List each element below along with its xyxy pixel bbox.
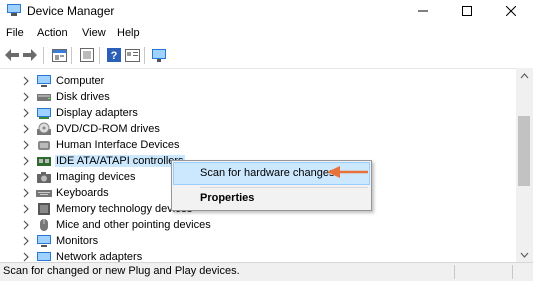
menu-item-label: Scan for hardware changes [200,167,335,179]
chevron-right-icon[interactable] [21,92,30,102]
chevron-right-icon[interactable] [21,172,30,182]
update-driver-button[interactable] [79,47,95,63]
tree-item-label: Monitors [56,235,99,247]
properties-icon [51,48,67,62]
menu-bar: File Action View Help [0,24,533,42]
chevron-right-icon[interactable] [21,252,30,262]
disk-drive-icon [37,94,51,101]
tree-item-label: Display adapters [56,107,138,119]
toolbar-separator [99,47,100,64]
toolbar-separator [144,47,145,64]
tree-item-label: Computer [56,75,105,87]
monitor-icon [37,235,51,247]
status-separator [454,265,455,279]
properties-item[interactable]: Properties [174,188,369,209]
back-button[interactable] [4,47,20,63]
close-icon [506,6,516,16]
title-bar: Device Manager [0,0,533,22]
status-separator [512,265,513,279]
maximize-button[interactable] [445,0,489,22]
display-adapter-icon [37,108,51,119]
tree-item-label: Human Interface Devices [56,139,180,151]
memory-icon [38,203,50,215]
scan-monitor-button[interactable] [151,47,167,63]
menu-item-label: Properties [200,192,255,204]
device-manager-icon [7,4,21,16]
minimize-button[interactable] [401,0,445,22]
scan-for-hardware-changes-item[interactable]: Scan for hardware changes [173,162,370,185]
svg-text:?: ? [111,50,118,62]
chevron-right-icon[interactable] [21,204,30,214]
tree-item-label: Keyboards [56,187,109,199]
show-hidden-icon [124,48,140,62]
chevron-right-icon[interactable] [21,108,30,118]
tree-item-label: Imaging devices [56,171,136,183]
help-icon: ? [107,48,121,62]
chevron-right-icon[interactable] [21,156,30,166]
back-icon [5,49,19,61]
menu-file[interactable]: File [6,27,24,39]
chevron-right-icon[interactable] [21,236,30,246]
tree-item-label: Mice and other pointing devices [56,219,211,231]
tree-item-mice[interactable]: Mice and other pointing devices [0,217,516,233]
tree-item-label: DVD/CD-ROM drives [56,123,160,135]
scan-monitor-icon [152,48,166,62]
show-hidden-button[interactable] [124,47,140,63]
toolbar: ? [0,43,533,67]
chevron-right-icon[interactable] [21,188,30,198]
chevron-down-icon [520,252,529,258]
tree-item-disk-drives[interactable]: Disk drives [0,89,516,105]
camera-icon [37,172,51,183]
tree-item-label: Disk drives [56,91,110,103]
tree-item-dvd-drives[interactable]: DVD/CD-ROM drives [0,121,516,137]
dvd-drive-icon [37,122,51,135]
scroll-up-button[interactable] [516,68,533,83]
vertical-scrollbar[interactable] [516,68,533,262]
tree-item-computer[interactable]: Computer [0,73,516,89]
update-driver-icon [80,48,94,62]
menu-help[interactable]: Help [117,27,140,39]
scroll-down-button[interactable] [516,247,533,262]
tree-item-human-interface-devices[interactable]: Human Interface Devices [0,137,516,153]
tree-item-display-adapters[interactable]: Display adapters [0,105,516,121]
chevron-right-icon[interactable] [21,76,30,86]
hid-icon [38,141,50,150]
tree-item-network-adapters[interactable]: Network adapters [0,249,516,263]
computer-icon [37,75,51,87]
keyboard-icon [36,190,52,197]
minimize-icon [418,10,428,12]
properties-button[interactable] [51,47,67,63]
forward-button[interactable] [22,47,38,63]
forward-icon [23,49,37,61]
status-bar: Scan for changed or new Plug and Play de… [0,262,533,281]
tree-item-label: IDE ATA/ATAPI controllers [55,155,185,167]
ide-controller-icon [37,157,51,166]
tree-item-monitors[interactable]: Monitors [0,233,516,249]
close-button[interactable] [489,0,533,22]
toolbar-separator [43,47,44,64]
status-text: Scan for changed or new Plug and Play de… [3,265,240,277]
window-title: Device Manager [27,4,115,18]
chevron-right-icon[interactable] [21,220,30,230]
context-menu: Scan for hardware changes Properties [171,160,372,211]
help-button[interactable]: ? [106,47,122,63]
chevron-up-icon [520,72,529,78]
maximize-icon [462,6,472,16]
menu-view[interactable]: View [82,27,106,39]
toolbar-separator [71,47,72,64]
chevron-right-icon[interactable] [21,124,30,134]
menu-action[interactable]: Action [37,27,68,39]
chevron-right-icon[interactable] [21,140,30,150]
mouse-icon [40,219,48,231]
scrollbar-thumb[interactable] [518,116,530,186]
